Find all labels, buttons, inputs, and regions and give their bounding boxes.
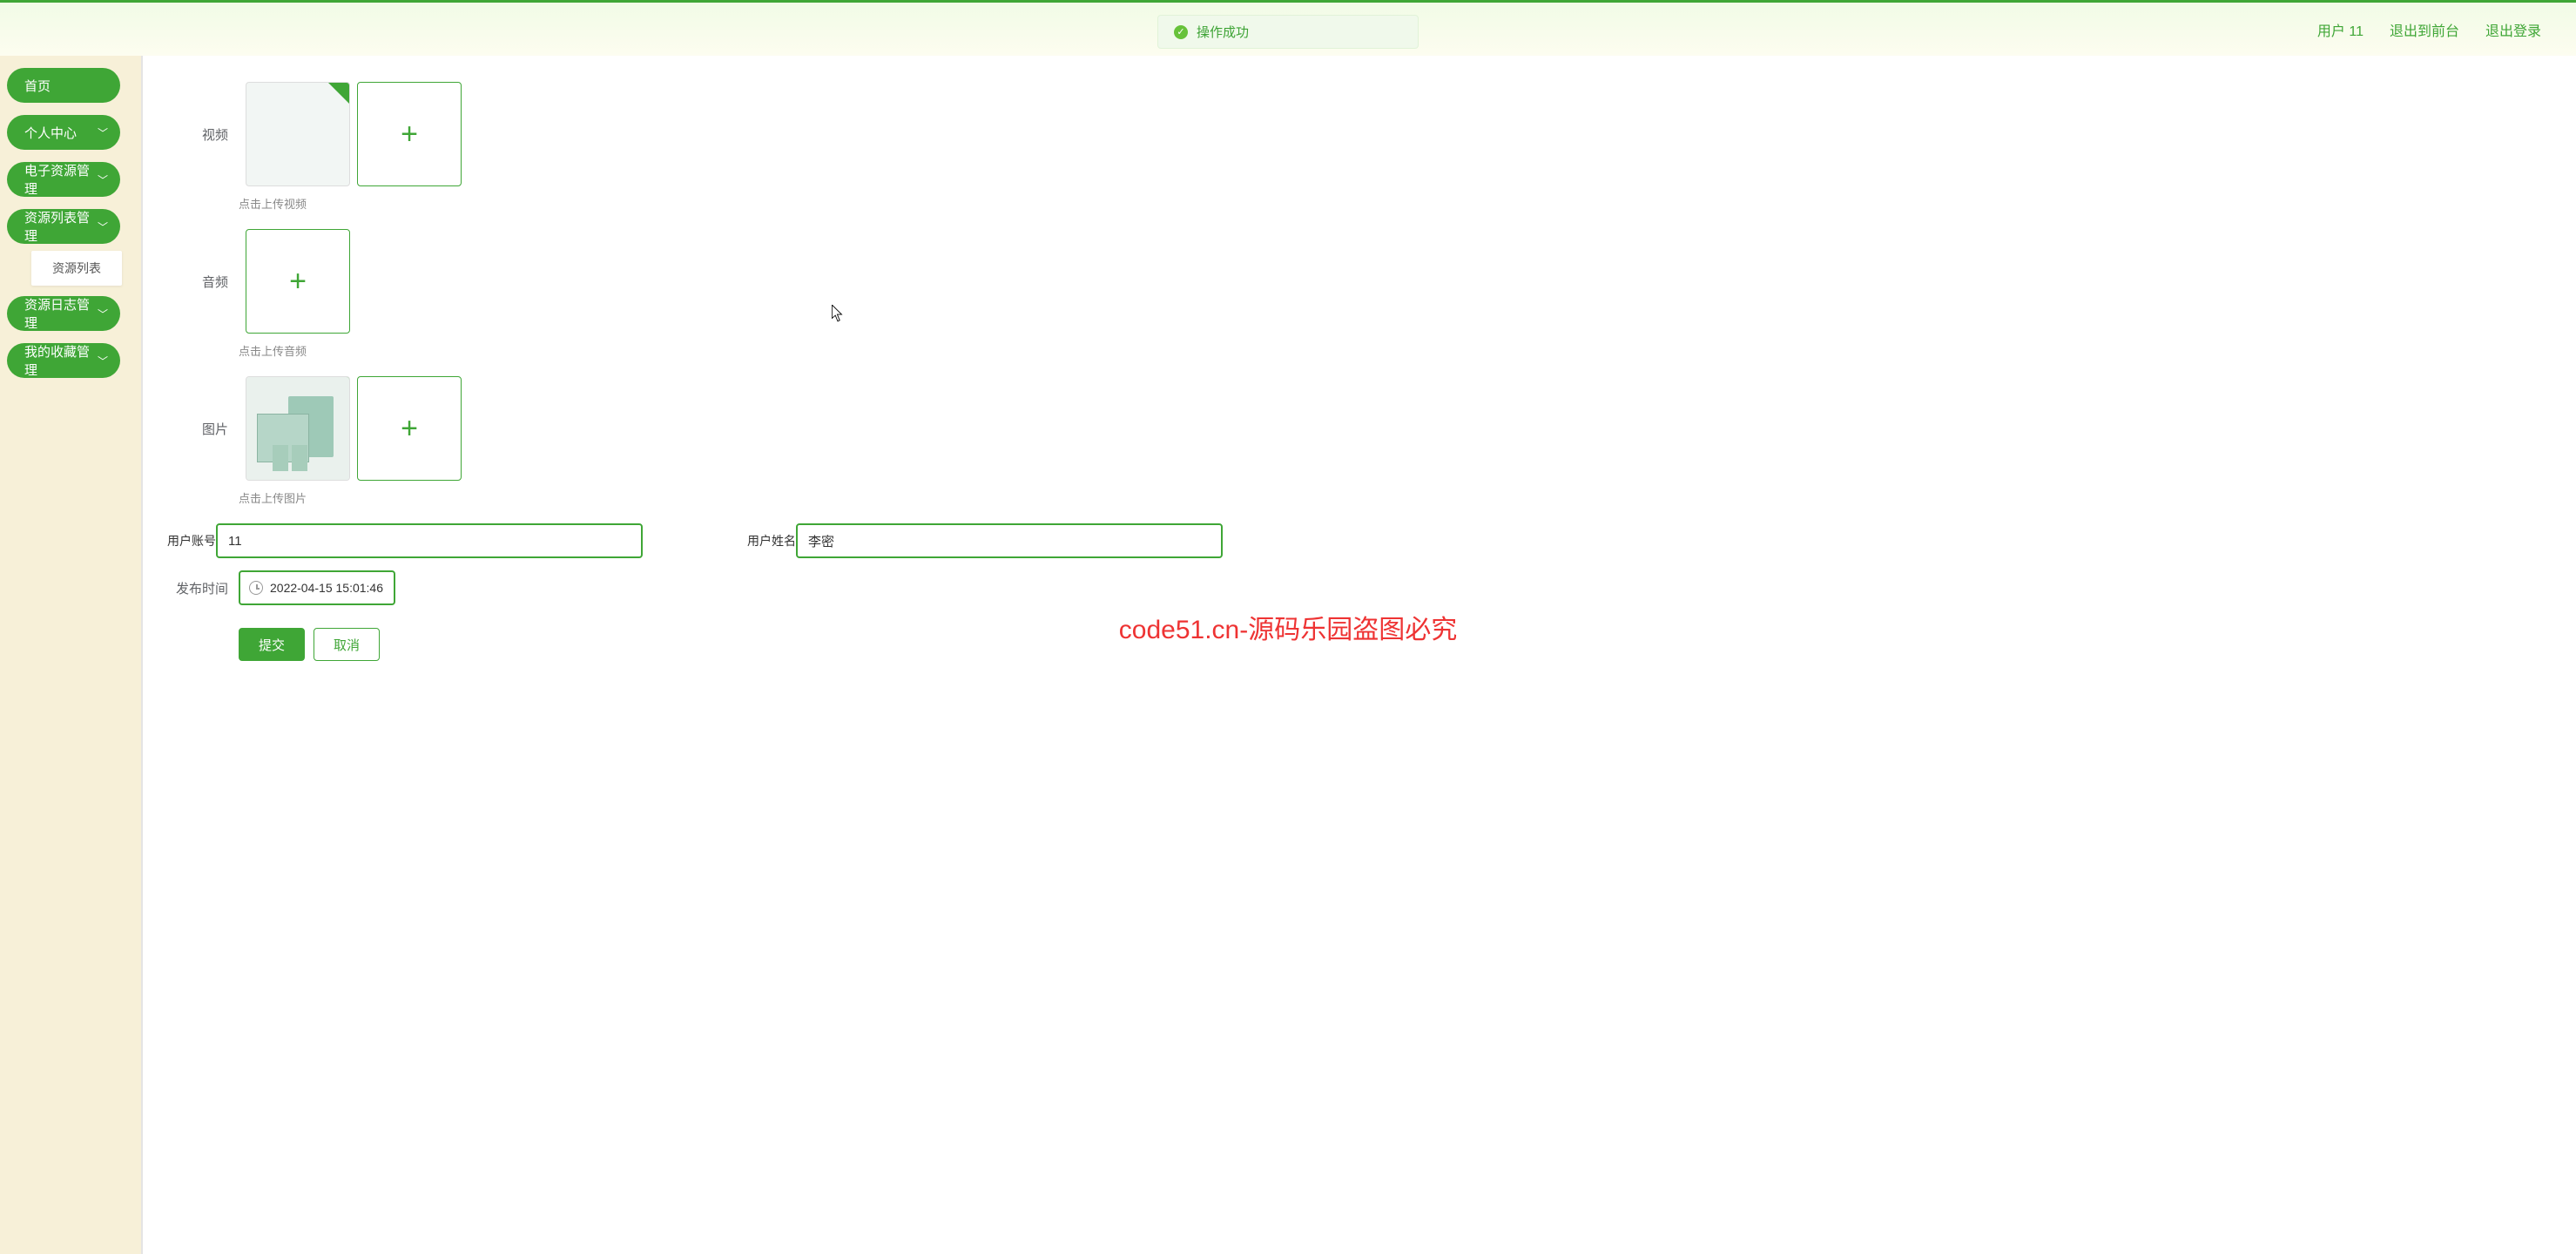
chevron-down-icon: ﹀ <box>98 354 108 368</box>
chevron-down-icon: ﹀ <box>98 172 108 187</box>
vertical-divider <box>141 56 143 1254</box>
product-image <box>246 377 349 480</box>
image-hint: 点击上传图片 <box>239 489 2541 506</box>
success-toast: ✓ 操作成功 <box>1157 15 1419 49</box>
nav-my-favorites[interactable]: 我的收藏管理 ﹀ <box>7 343 120 378</box>
account-label: 用户账号 <box>167 532 216 549</box>
plus-icon: + <box>401 412 418 446</box>
main-content: 视频 + 点击上传视频 音频 + 点击上传音频 图片 <box>141 56 2576 1254</box>
publish-value: 2022-04-15 15:01:46 <box>270 581 383 595</box>
video-upload-add[interactable]: + <box>357 82 462 186</box>
account-input[interactable] <box>216 523 643 558</box>
logout-link[interactable]: 退出登录 <box>2485 19 2541 40</box>
image-upload-add[interactable]: + <box>357 376 462 481</box>
publish-label: 发布时间 <box>167 579 228 597</box>
nav-personal[interactable]: 个人中心 ﹀ <box>7 115 120 150</box>
cancel-button[interactable]: 取消 <box>314 628 380 661</box>
audio-upload-add[interactable]: + <box>246 229 350 334</box>
video-existing-thumb[interactable] <box>246 82 350 186</box>
name-label: 用户姓名 <box>747 532 796 549</box>
check-icon: ✓ <box>1174 25 1188 39</box>
chevron-down-icon: ﹀ <box>98 219 108 234</box>
image-label: 图片 <box>167 420 228 438</box>
toast-text: 操作成功 <box>1197 23 1249 41</box>
chevron-down-icon: ﹀ <box>98 125 108 140</box>
publish-datetime-picker[interactable]: 2022-04-15 15:01:46 <box>239 570 395 605</box>
nav-resource-list[interactable]: 资源列表管理 ﹀ <box>7 209 120 244</box>
image-existing-thumb[interactable] <box>246 376 350 481</box>
nav-eresource[interactable]: 电子资源管理 ﹀ <box>7 162 120 197</box>
corner-check-icon <box>328 83 349 104</box>
clock-icon <box>249 581 263 595</box>
audio-label: 音频 <box>167 273 228 291</box>
nav-resource-list-sub[interactable]: 资源列表 <box>31 251 122 286</box>
user-link[interactable]: 用户 11 <box>2317 19 2364 40</box>
nav-resource-log[interactable]: 资源日志管理 ﹀ <box>7 296 120 331</box>
submit-button[interactable]: 提交 <box>239 628 305 661</box>
video-hint: 点击上传视频 <box>239 195 2541 212</box>
plus-icon: + <box>401 118 418 152</box>
sidebar: 首页 个人中心 ﹀ 电子资源管理 ﹀ 资源列表管理 ﹀ 资源列表 资源日志管理 … <box>0 56 141 1254</box>
chevron-down-icon: ﹀ <box>98 307 108 321</box>
nav-home[interactable]: 首页 <box>7 68 120 103</box>
video-label: 视频 <box>167 125 228 144</box>
audio-hint: 点击上传音频 <box>239 342 2541 359</box>
name-input[interactable] <box>796 523 1223 558</box>
top-header: ✓ 操作成功 用户 11 退出到前台 退出登录 <box>0 0 2576 56</box>
plus-icon: + <box>289 265 307 299</box>
exit-front-link[interactable]: 退出到前台 <box>2390 19 2459 40</box>
